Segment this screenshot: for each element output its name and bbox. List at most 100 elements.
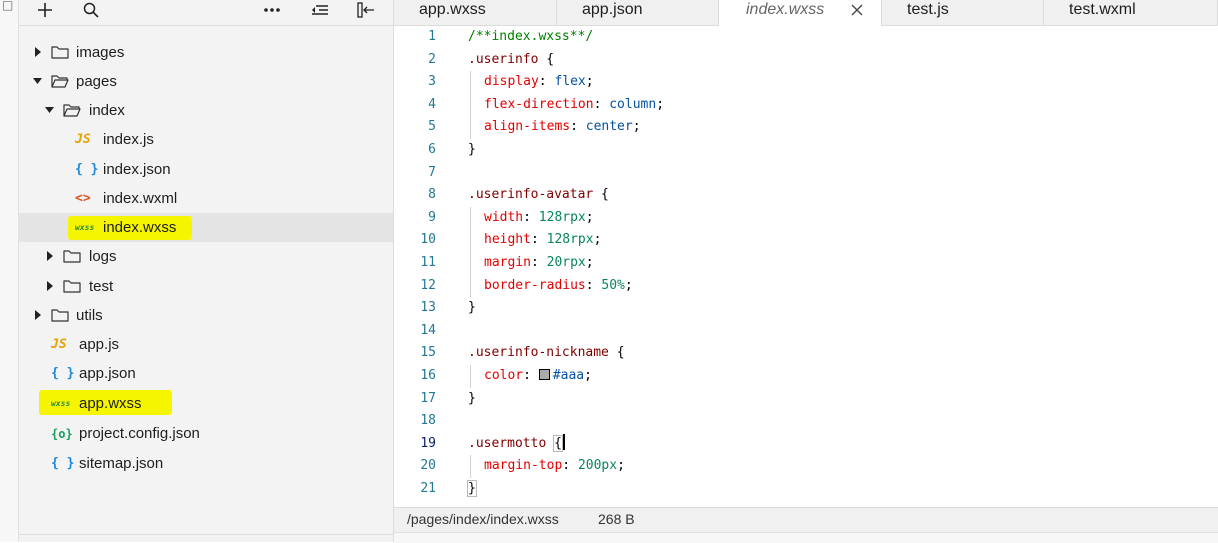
bottom-panel-edge bbox=[394, 532, 1218, 543]
line-number: 19 bbox=[420, 435, 436, 451]
status-bar: /pages/index/index.wxss 268 B bbox=[394, 507, 1218, 533]
tab-test-js[interactable]: test.js bbox=[882, 0, 1044, 25]
tab-label: app.wxss bbox=[419, 1, 486, 18]
tree-item-project-config-json[interactable]: {o} project.config.json bbox=[19, 419, 393, 448]
tree-item-app-json[interactable]: { } app.json bbox=[19, 359, 393, 388]
code-line[interactable]: .usermotto { bbox=[468, 433, 565, 456]
search-icon bbox=[83, 2, 99, 18]
add-file-button[interactable] bbox=[35, 0, 55, 20]
tree-item-label: index.js bbox=[103, 131, 154, 148]
line-number: 14 bbox=[420, 322, 436, 338]
wxml-file-icon: <> bbox=[75, 191, 91, 206]
code-token: } bbox=[468, 390, 476, 406]
code-line[interactable]: } bbox=[468, 388, 476, 411]
collapse-all-button[interactable] bbox=[309, 0, 331, 20]
chevron-down-icon[interactable] bbox=[33, 74, 43, 88]
split-layout-button[interactable] bbox=[355, 0, 377, 20]
chevron-right-icon[interactable] bbox=[33, 45, 43, 59]
ide-window: □ images pages index JS index.js { } index.jso… bbox=[0, 0, 1218, 543]
tab-test-wxml[interactable]: test.wxml bbox=[1044, 0, 1218, 25]
tree-item-index[interactable]: index bbox=[19, 96, 393, 125]
code-line[interactable]: } bbox=[468, 139, 476, 162]
tab-label: test.wxml bbox=[1069, 1, 1136, 18]
tree-item-utils[interactable]: utils bbox=[19, 301, 393, 330]
collapse-all-icon bbox=[312, 5, 328, 15]
tree-item-logs[interactable]: logs bbox=[19, 242, 393, 271]
tab-label: app.json bbox=[582, 1, 643, 18]
code-line[interactable]: .userinfo-avatar { bbox=[468, 184, 609, 207]
tree-item-sitemap-json[interactable]: { } sitemap.json bbox=[19, 449, 393, 478]
code-token: 128 bbox=[538, 209, 563, 225]
line-number: 17 bbox=[420, 390, 436, 406]
line-number: 9 bbox=[428, 209, 436, 225]
line-number: 2 bbox=[428, 51, 436, 67]
line-number: 8 bbox=[428, 187, 436, 203]
code-token: : bbox=[530, 232, 547, 248]
code-line[interactable]: flex-direction: column; bbox=[484, 94, 664, 117]
tab-label: test.js bbox=[907, 1, 949, 18]
folder-icon bbox=[51, 44, 69, 61]
code-line[interactable]: align-items: center; bbox=[484, 116, 641, 139]
folder-icon bbox=[51, 307, 69, 324]
code-token: } bbox=[467, 480, 477, 497]
plus-icon bbox=[38, 3, 52, 17]
code-line[interactable]: height: 128rpx; bbox=[484, 229, 601, 252]
close-icon[interactable] bbox=[849, 2, 865, 18]
code-token: rpx bbox=[562, 209, 586, 225]
code-token: #aaa bbox=[552, 368, 585, 383]
code-line[interactable]: width: 128rpx; bbox=[484, 207, 594, 230]
code-line[interactable]: border-radius: 50%; bbox=[484, 275, 633, 298]
indent-guide bbox=[470, 365, 471, 388]
tree-item-index-wxss[interactable]: wxss index.wxss bbox=[19, 213, 393, 242]
color-swatch-icon[interactable] bbox=[538, 369, 550, 380]
code-line[interactable]: margin-top: 200px; bbox=[484, 455, 625, 478]
folder-icon bbox=[63, 278, 81, 295]
tree-item-test[interactable]: test bbox=[19, 272, 393, 301]
code-token: } bbox=[468, 142, 476, 157]
more-button[interactable] bbox=[261, 0, 283, 20]
line-number: 3 bbox=[428, 74, 436, 90]
code-editor[interactable]: 1 2 3 4 5 6 7 8 9 10 11 12 13 14 15 16 17 18 19 20 21 /**ind… bbox=[394, 26, 1218, 507]
code-line[interactable]: } bbox=[468, 297, 476, 320]
code-line[interactable]: .userinfo { bbox=[468, 49, 554, 72]
tab-app-json[interactable]: app.json bbox=[557, 0, 719, 25]
code-token: } bbox=[468, 300, 476, 316]
tree-item-label: index.json bbox=[103, 161, 171, 178]
activity-strip: □ bbox=[0, 0, 19, 542]
code-token: ; bbox=[585, 74, 594, 90]
chevron-right-icon[interactable] bbox=[45, 279, 55, 293]
tab-index-wxss[interactable]: index.wxss bbox=[719, 0, 882, 26]
chevron-down-icon[interactable] bbox=[45, 103, 55, 117]
chevron-right-icon[interactable] bbox=[45, 249, 55, 263]
code-token: ; bbox=[656, 96, 665, 112]
search-button[interactable] bbox=[81, 0, 101, 20]
code-line[interactable]: color: #aaa; bbox=[484, 365, 592, 388]
code-line[interactable]: } bbox=[467, 478, 477, 501]
tree-item-images[interactable]: images bbox=[19, 38, 393, 67]
tree-item-pages[interactable]: pages bbox=[19, 67, 393, 96]
code-token: center bbox=[585, 119, 633, 135]
code-line[interactable]: display: flex; bbox=[484, 71, 594, 94]
indent-guide bbox=[470, 455, 471, 478]
code-token: column bbox=[609, 96, 657, 112]
folder-icon bbox=[63, 248, 81, 265]
tab-app-wxss[interactable]: app.wxss bbox=[394, 0, 557, 25]
tree-item-app-js[interactable]: JS app.js bbox=[19, 330, 393, 359]
code-line[interactable]: .userinfo-nickname { bbox=[468, 342, 625, 365]
code-line[interactable]: margin: 20rpx; bbox=[484, 252, 594, 275]
tree-item-index-js[interactable]: JS index.js bbox=[19, 125, 393, 154]
code-line[interactable]: /**index.wxss**/ bbox=[468, 26, 593, 49]
code-token: : bbox=[562, 458, 578, 474]
line-number: 18 bbox=[420, 413, 436, 429]
code-token: ; bbox=[632, 119, 641, 135]
text-cursor bbox=[562, 433, 565, 450]
chevron-right-icon[interactable] bbox=[33, 308, 43, 322]
tree-item-app-wxss[interactable]: wxss app.wxss bbox=[19, 389, 393, 418]
line-number: 1 bbox=[428, 29, 436, 44]
line-number: 13 bbox=[420, 300, 436, 316]
tree-item-index-json[interactable]: { } index.json bbox=[19, 155, 393, 184]
tree-item-index-wxml[interactable]: <> index.wxml bbox=[19, 184, 393, 213]
json-file-icon: { } bbox=[51, 456, 75, 471]
wxss-file-icon: wxss bbox=[51, 399, 71, 408]
